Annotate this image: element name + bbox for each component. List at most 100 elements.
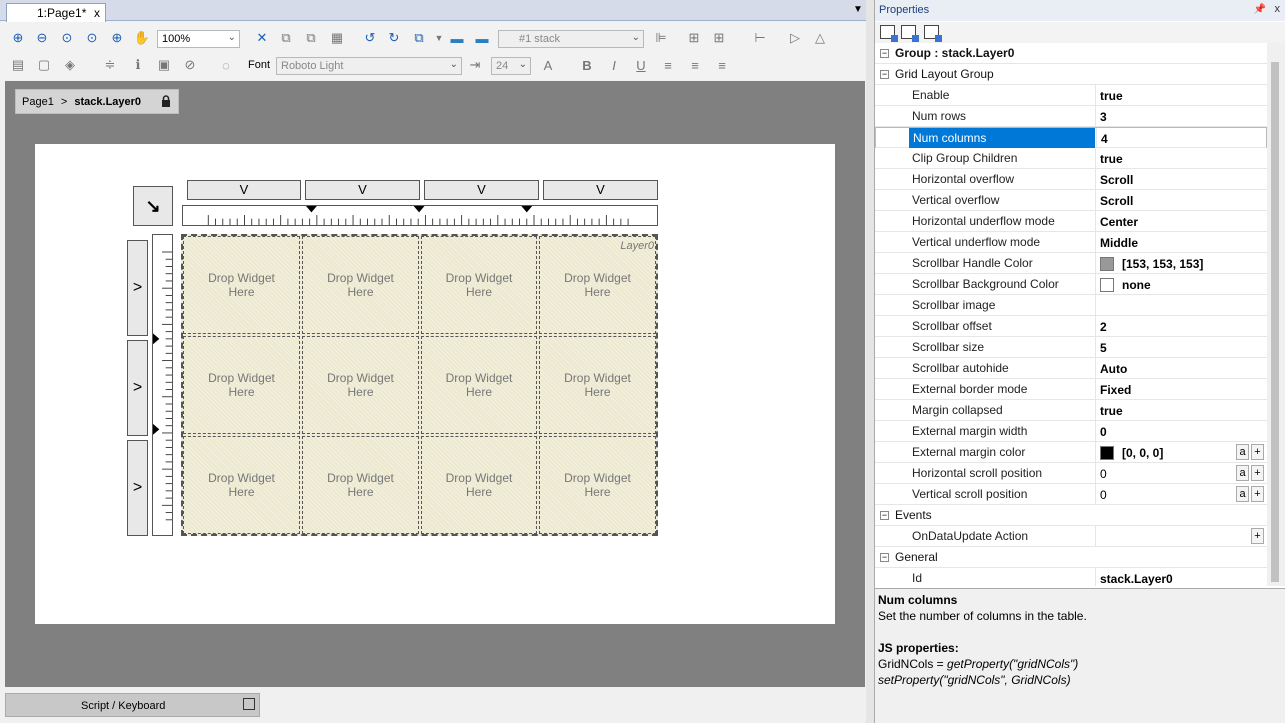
tab-menu-icon[interactable]: ▼ — [853, 4, 863, 15]
property-value[interactable]: stack.Layer0 — [1095, 568, 1267, 586]
grid-cell[interactable]: Drop Widget Here — [183, 436, 300, 534]
column-header[interactable]: V — [305, 180, 420, 200]
bold-icon[interactable]: B — [577, 55, 597, 75]
color-swatch[interactable] — [1100, 257, 1114, 271]
row-header[interactable]: > — [127, 240, 148, 336]
animation-button[interactable]: a — [1236, 486, 1249, 502]
close-icon[interactable]: x — [1275, 3, 1281, 15]
delete-icon[interactable]: ✕ — [252, 28, 272, 48]
property-value[interactable]: 0 a + — [1095, 463, 1267, 483]
property-row[interactable]: Vertical underflow mode Middle — [875, 232, 1267, 253]
zoom-out-icon[interactable]: ⊖ — [32, 28, 52, 48]
grid-cell[interactable]: Drop Widget Here — [539, 236, 656, 334]
row-divider-marker[interactable] — [153, 423, 160, 435]
add-button[interactable]: + — [1251, 486, 1264, 502]
property-row[interactable]: Scrollbar Background Color none — [875, 274, 1267, 295]
property-value[interactable]: Scroll — [1095, 169, 1267, 189]
property-row[interactable]: Id stack.Layer0 — [875, 568, 1267, 586]
property-row[interactable]: External margin color [0, 0, 0] a + — [875, 442, 1267, 463]
comment-icon[interactable]: ◌ — [216, 55, 236, 75]
property-pages-icon[interactable] — [924, 25, 942, 42]
property-row[interactable]: External margin width 0 — [875, 421, 1267, 442]
layer-down-icon[interactable]: ▬ — [472, 28, 492, 48]
property-group[interactable]: − General — [875, 547, 1267, 568]
collapse-icon[interactable]: − — [880, 553, 889, 562]
pin-icon[interactable]: 📌 — [1254, 4, 1266, 15]
text-color-icon[interactable]: A — [538, 55, 558, 75]
property-value[interactable]: true — [1095, 85, 1267, 105]
property-value[interactable]: Scroll — [1095, 190, 1267, 210]
property-row[interactable]: Vertical scroll position 0 a + — [875, 484, 1267, 505]
breadcrumb-page[interactable]: Page1 — [22, 96, 54, 108]
property-row[interactable]: Scrollbar offset 2 — [875, 316, 1267, 337]
property-value[interactable]: Auto — [1095, 358, 1267, 378]
stack-corner-button[interactable]: ↘ — [133, 186, 173, 226]
property-value[interactable] — [1095, 295, 1267, 315]
grid-cell[interactable]: Drop Widget Here — [539, 436, 656, 534]
animation-button[interactable]: a — [1236, 465, 1249, 481]
collapse-icon[interactable]: − — [880, 49, 889, 58]
property-row[interactable]: External border mode Fixed — [875, 379, 1267, 400]
property-row[interactable]: Scrollbar Handle Color [153, 153, 153] — [875, 253, 1267, 274]
horizontal-ruler[interactable] — [182, 205, 658, 226]
arrange-icon[interactable]: ⧉ — [409, 28, 429, 48]
layer-up-icon[interactable]: ▬ — [447, 28, 467, 48]
zoom-fit-icon[interactable]: ⊙ — [57, 28, 77, 48]
zoom-select[interactable]: 100% ⌄ — [157, 30, 240, 48]
grid-cell[interactable]: Drop Widget Here — [302, 236, 419, 334]
property-value[interactable]: Fixed — [1095, 379, 1267, 399]
text-align-left-icon[interactable]: ≡ — [658, 55, 678, 75]
property-row[interactable]: Horizontal underflow mode Center — [875, 211, 1267, 232]
property-value[interactable]: true — [1095, 400, 1267, 420]
property-row[interactable]: Num columns 4 — [875, 127, 1267, 148]
add-button[interactable]: + — [1251, 528, 1264, 544]
arrange-dropdown-icon[interactable]: ▼ — [429, 28, 449, 48]
grid-cell[interactable]: Drop Widget Here — [539, 336, 656, 434]
property-row[interactable]: Horizontal overflow Scroll — [875, 169, 1267, 190]
grid-cell[interactable]: Drop Widget Here — [302, 336, 419, 434]
distribute-icon[interactable]: ⊞ — [709, 28, 729, 48]
flip-vertical-icon[interactable]: △ — [810, 28, 830, 48]
grid-cell[interactable]: Drop Widget Here — [421, 236, 537, 334]
line-icon[interactable]: ≑ — [100, 55, 120, 75]
zoom-in-icon[interactable]: ⊕ — [8, 28, 28, 48]
font-size-select[interactable]: 24 ⌄ — [491, 57, 531, 75]
align-center-icon[interactable]: ⊞ — [684, 28, 704, 48]
font-select[interactable]: Roboto Light ⌄ — [276, 57, 462, 75]
zoom-page-icon[interactable]: ⊙ — [82, 28, 102, 48]
property-row[interactable]: Enable true — [875, 85, 1267, 106]
column-divider-marker[interactable] — [306, 206, 317, 213]
underline-icon[interactable]: U — [631, 55, 651, 75]
stack-select[interactable]: #1 stack ⌄ — [498, 30, 644, 48]
frame-icon[interactable]: ▢ — [34, 55, 54, 75]
info-icon[interactable]: ℹ — [128, 55, 148, 75]
text-align-center-icon[interactable]: ≡ — [685, 55, 705, 75]
property-scrollbar-thumb[interactable] — [1271, 62, 1279, 582]
lock-icon[interactable] — [160, 95, 172, 107]
property-row[interactable]: Scrollbar autohide Auto — [875, 358, 1267, 379]
property-group[interactable]: − Events — [875, 505, 1267, 526]
property-value[interactable]: Middle — [1095, 232, 1267, 252]
restore-window-icon[interactable] — [243, 698, 255, 710]
animation-button[interactable]: a — [1236, 444, 1249, 460]
text-resize-icon[interactable]: ⇥ — [465, 55, 485, 75]
property-value[interactable]: 0 — [1095, 421, 1267, 441]
grid-cell[interactable]: Drop Widget Here — [302, 436, 419, 534]
property-value[interactable]: 5 — [1095, 337, 1267, 357]
property-value[interactable]: true — [1095, 148, 1267, 168]
flip-horizontal-icon[interactable]: ▷ — [785, 28, 805, 48]
property-row[interactable]: Scrollbar image — [875, 295, 1267, 316]
grid-cell[interactable]: Drop Widget Here — [183, 336, 300, 434]
property-value[interactable]: 0 a + — [1095, 484, 1267, 504]
text-align-right-icon[interactable]: ≡ — [712, 55, 732, 75]
property-value[interactable]: 2 — [1095, 316, 1267, 336]
alphabetical-view-icon[interactable] — [901, 25, 919, 42]
pan-icon[interactable]: ✋ — [132, 28, 152, 48]
rotate-right-icon[interactable]: ↻ — [384, 28, 404, 48]
add-button[interactable]: + — [1251, 465, 1264, 481]
property-row[interactable]: Vertical overflow Scroll — [875, 190, 1267, 211]
group-icon[interactable]: ⧉ — [276, 28, 296, 48]
breadcrumb-layer[interactable]: stack.Layer0 — [74, 96, 141, 108]
grid-cell[interactable]: Drop Widget Here — [183, 236, 300, 334]
ungroup-icon[interactable]: ⧉ — [301, 28, 321, 48]
